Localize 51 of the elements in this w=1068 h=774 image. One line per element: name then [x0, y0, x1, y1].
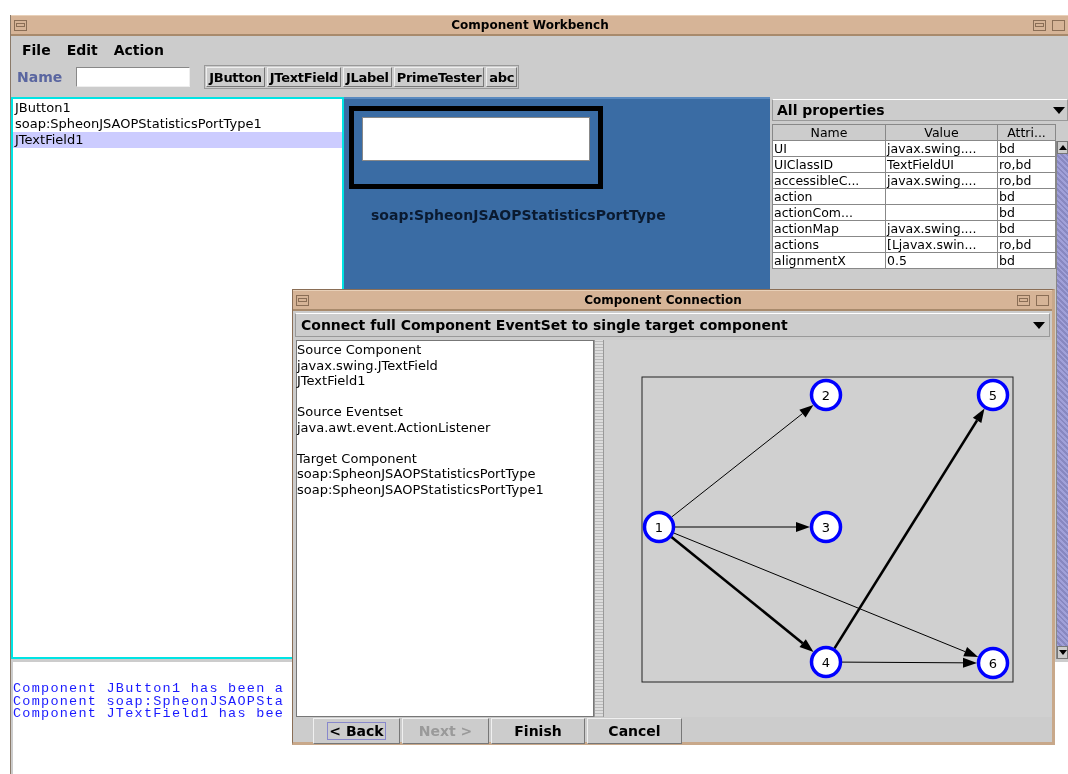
minimize-icon[interactable] [1033, 19, 1046, 31]
minimize-icon[interactable] [1017, 294, 1030, 306]
text-field[interactable] [362, 117, 590, 161]
menu-item[interactable]: Edit [61, 42, 103, 58]
menu-item[interactable]: Action [108, 42, 169, 58]
section-heading: Source Component [297, 342, 423, 358]
wizard-button[interactable]: Finish [491, 718, 585, 744]
menu-item[interactable]: File [17, 42, 56, 58]
graph-node[interactable]: 1 [642, 510, 676, 544]
window-title: Component Connection [583, 293, 743, 307]
column-header[interactable]: Attri... [997, 124, 1056, 141]
summary-text: soap:SpheonJSAOPStatisticsPortType1 [297, 481, 545, 497]
window-menu-icon[interactable] [14, 19, 27, 31]
filter-dropdown[interactable]: All properties [772, 99, 1068, 121]
summary-text: javax.swing.JTextField [297, 357, 439, 373]
palette-button[interactable]: PrimeTester [393, 67, 485, 87]
summary-text: JTextField1 [297, 373, 367, 389]
name-field[interactable] [76, 67, 191, 87]
graph-node[interactable]: 6 [976, 646, 1010, 680]
mode-dropdown[interactable]: Connect full Component EventSet to single target component [295, 313, 1050, 337]
wizard-button[interactable]: < Back [313, 718, 400, 744]
graph-node[interactable]: 4 [809, 645, 843, 679]
palette-button[interactable]: abc [486, 67, 518, 87]
split-handle[interactable] [594, 340, 604, 717]
dropdown-arrow-icon [1053, 106, 1065, 114]
column-header[interactable]: Value [885, 124, 998, 141]
graph-node[interactable]: 2 [809, 378, 843, 412]
graph-node[interactable]: 3 [809, 510, 843, 544]
palette-button[interactable]: JButton [206, 67, 265, 87]
log-line: Component JButton1 has been a [13, 683, 285, 696]
column-header[interactable]: Name [772, 124, 886, 141]
palette-button[interactable]: JTextField [266, 67, 342, 87]
maximize-icon[interactable] [1036, 294, 1049, 306]
dropdown-arrow-icon [1033, 321, 1045, 329]
log-line: Component JTextField1 has bee [13, 708, 285, 721]
name-label: Name [17, 69, 63, 85]
palette-button[interactable]: JLabel [343, 67, 392, 87]
window-menu-icon[interactable] [296, 294, 309, 306]
log-line: Component soap:SpheonJSAOPSta [13, 695, 285, 708]
section-heading: Target Component [297, 450, 418, 466]
maximize-icon[interactable] [1052, 19, 1065, 31]
component-item[interactable]: JTextField1 [13, 132, 342, 148]
summary-text: soap:SpheonJSAOPStatisticsPortType [297, 466, 537, 482]
component-label: soap:SpheonJSAOPStatisticsPortType [371, 207, 667, 223]
window-title: Component Workbench [450, 18, 610, 32]
graph-node[interactable]: 5 [976, 378, 1010, 412]
summary-text: java.awt.event.ActionListener [297, 419, 492, 435]
component-item[interactable]: JButton1 [13, 100, 342, 116]
section-heading: Source Eventset [297, 404, 404, 420]
component-item[interactable]: soap:SpheonJSAOPStatisticsPortType1 [13, 116, 342, 132]
wizard-button[interactable]: Cancel [587, 718, 682, 744]
